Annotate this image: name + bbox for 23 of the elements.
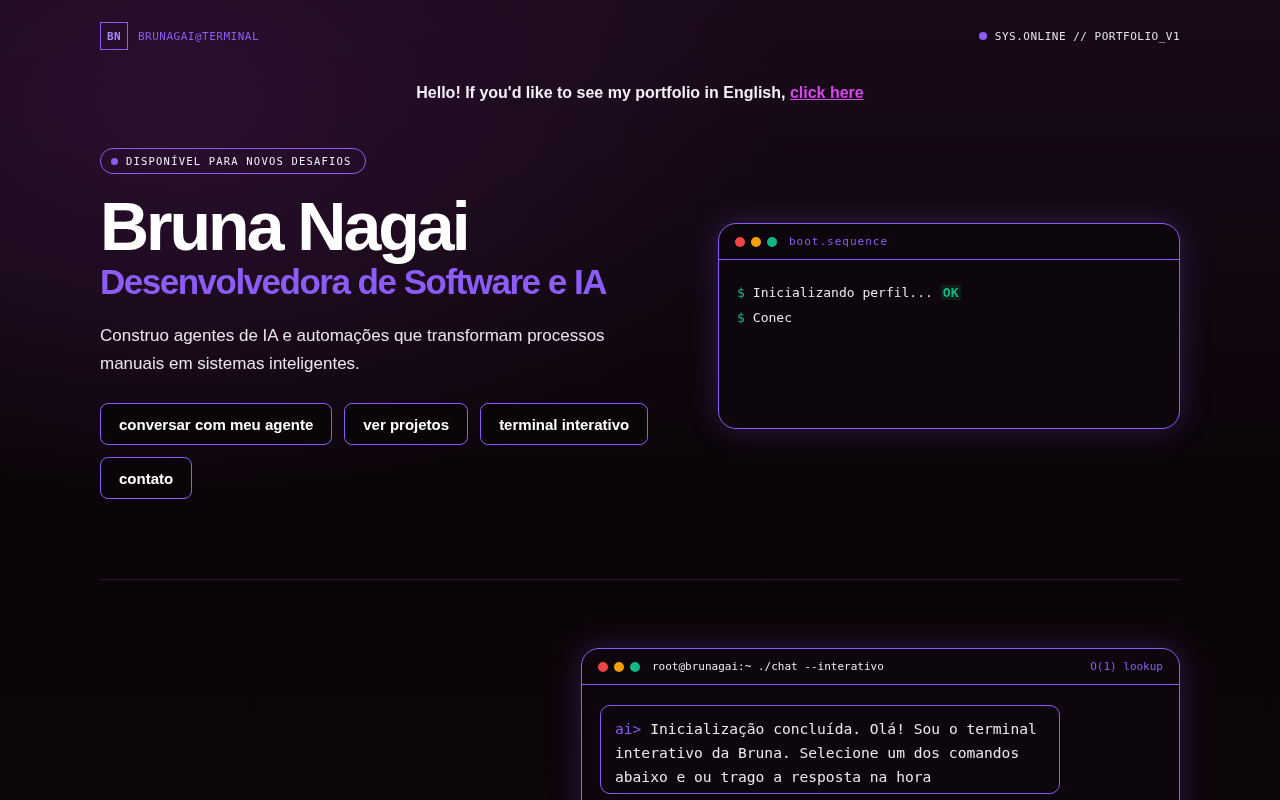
prompt-symbol: $ — [737, 285, 745, 300]
status-dot-icon — [978, 32, 987, 40]
hero-button[interactable]: ver projetos — [344, 403, 469, 445]
language-prompt-text: Hello! If you'd like to see my portfolio in English, click here — [416, 84, 864, 102]
english-link[interactable]: click here — [789, 84, 864, 101]
logo-mark[interactable]: BN — [100, 22, 128, 50]
hero-description: Construo agentes de IA e automações que transformam processos manuais em sistemas inteligentes. — [100, 325, 606, 375]
window-title: root@brunagai:~ ./chat --interativo — [652, 660, 884, 673]
window-controls-icon — [598, 661, 641, 672]
boot-line: Conec — [752, 310, 792, 325]
system-status: SYS.ONLINE // PORTFOLIO_V1 — [994, 29, 1180, 43]
hero-button[interactable]: conversar com meu agente — [100, 403, 333, 445]
window-controls-icon — [735, 236, 778, 247]
boot-line: Inicializando perfil... — [752, 285, 933, 300]
prompt-symbol: $ — [737, 310, 745, 325]
site-handle: BRUNAGAI@TERMINAL — [138, 29, 260, 43]
hero-name: Bruna Nagai — [100, 190, 469, 262]
lookup-label: O(1) lookup — [1090, 660, 1163, 673]
ok-status: OK — [940, 285, 961, 300]
window-title: boot.sequence — [789, 235, 889, 248]
hero-button[interactable]: contato — [100, 457, 193, 499]
hero-button[interactable]: terminal interativo — [480, 403, 649, 445]
chat-message: ai> Inicialização concluída. Olá! Sou o terminal interativo da Bruna. Selecione um dos comandos abaixo e ou trago a resposta na hora — [600, 705, 1060, 794]
